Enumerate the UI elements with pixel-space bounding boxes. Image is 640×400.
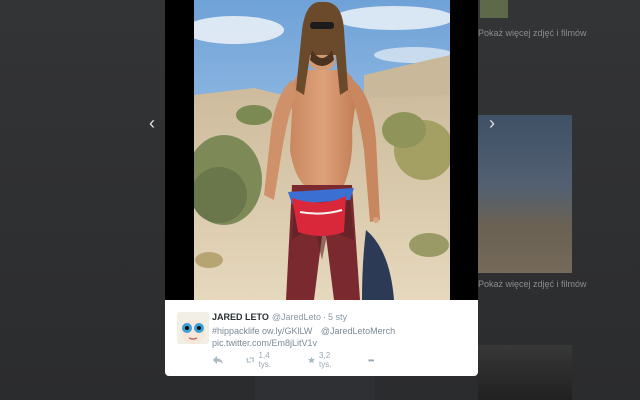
author-handle[interactable]: @JaredLeto	[272, 312, 321, 322]
tweet-header: JARED LETO @JaredLeto · 5 sty	[212, 312, 347, 322]
background-media-photo	[478, 115, 572, 273]
tweet-text: #hippacklife ow.ly/GKlLW @JaredLetoMerch	[212, 326, 395, 336]
favorite-button[interactable]: 3,2 tys.	[308, 351, 335, 369]
reply-button[interactable]	[212, 354, 224, 366]
background-thumbnail	[480, 0, 508, 18]
star-icon	[308, 356, 316, 364]
previous-media-arrow[interactable]: ‹	[142, 112, 162, 133]
retweet-icon	[246, 357, 255, 363]
show-more-media-link-bottom: Pokaż więcej zdjęć i filmów	[478, 279, 587, 289]
avatar-face-icon	[177, 312, 209, 344]
retweet-count: 1,4 tys.	[258, 351, 271, 369]
author-name[interactable]: JARED LETO	[212, 312, 269, 322]
header-separator: ·	[323, 312, 327, 322]
favorite-count: 3,2 tys.	[319, 351, 332, 369]
tweet-card: JARED LETO @JaredLeto · 5 sty #hippacklife …	[165, 300, 478, 376]
background-media-photo-2	[478, 345, 572, 400]
background-media-photo-3	[255, 375, 375, 400]
reply-icon	[213, 356, 223, 364]
hashtag-link[interactable]: #hippacklife	[212, 326, 260, 336]
mention-link[interactable]: @JaredLetoMerch	[321, 326, 395, 336]
tweet-pic-line: pic.twitter.com/Em8jLitV1v	[212, 338, 317, 348]
tweet-timestamp[interactable]: 5 sty	[328, 312, 347, 322]
retweet-button[interactable]: 1,4 tys.	[246, 351, 275, 369]
short-url-link[interactable]: ow.ly/GKlLW	[262, 326, 312, 336]
more-options-button[interactable]: •••	[368, 354, 374, 366]
show-more-media-link-top: Pokaż więcej zdjęć i filmów	[478, 28, 587, 38]
pic-link[interactable]: pic.twitter.com/Em8jLitV1v	[212, 338, 317, 348]
desert-portrait-image	[194, 0, 450, 300]
more-icon: •••	[368, 355, 374, 365]
next-media-arrow[interactable]: ›	[482, 112, 502, 133]
tweet-photo[interactable]	[194, 0, 450, 300]
avatar[interactable]	[177, 312, 209, 344]
